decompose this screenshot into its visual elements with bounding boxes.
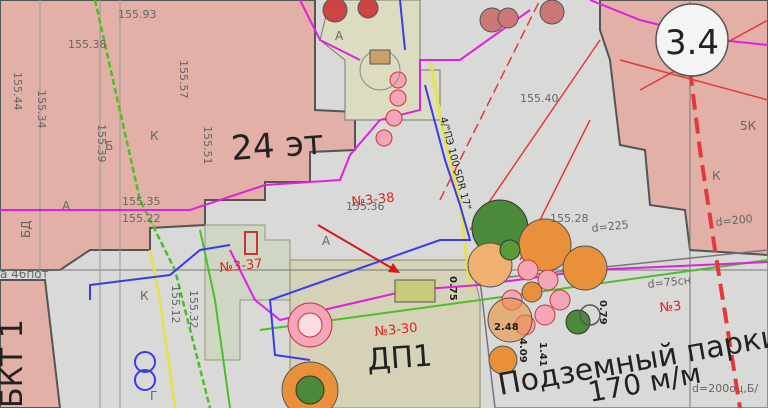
well-label-n3: №3 — [659, 299, 682, 316]
dimension: 0.75 — [447, 276, 458, 301]
letter-label: А — [62, 199, 71, 213]
letter-label: 5К — [740, 119, 757, 133]
dimension: 0.79 — [597, 300, 608, 325]
letter-label: БД — [19, 220, 33, 238]
floors-label: 24 эт — [230, 123, 325, 169]
elevation: 155.93 — [118, 8, 157, 21]
letter-label: А — [322, 234, 331, 248]
site-plan-map: 3.4 24 эт БКТ 1 ДП1 Подземный паркинг 17… — [0, 0, 768, 408]
letter-label: А — [335, 29, 344, 43]
building-left-label: БКТ 1 — [0, 319, 30, 408]
dimension: 2.48 — [494, 322, 519, 333]
elevation: 155.51 — [201, 126, 214, 165]
letter-label: а 46пот — [0, 267, 49, 281]
dimension: 4.09 — [517, 338, 528, 363]
pipe-d200-bottom: d=200оц,Б/ — [692, 382, 758, 395]
elevation: 155.12 — [169, 285, 182, 324]
elevation: 155.32 — [187, 290, 200, 329]
elevation: 155.39 — [95, 124, 108, 163]
elevation: 155.36 — [346, 200, 385, 213]
dp-label: ДП1 — [366, 339, 433, 378]
elevation: 155.28 — [550, 212, 589, 225]
elevation: 155.40 — [520, 92, 559, 105]
elevation: 155.57 — [177, 60, 190, 99]
elevation: 155.38 — [68, 38, 107, 51]
letter-label: К — [140, 289, 149, 303]
elevation: 155.34 — [35, 90, 48, 129]
dimension: 1.41 — [537, 342, 548, 367]
elevation: 155.35 — [122, 195, 161, 208]
letter-label: Г — [150, 389, 157, 403]
zone-label: 3.4 — [665, 23, 719, 63]
elevation: 155.22 — [122, 212, 161, 225]
letter-label: К — [150, 129, 159, 143]
letter-label: К — [712, 169, 721, 183]
elevation: 155.44 — [11, 72, 24, 111]
